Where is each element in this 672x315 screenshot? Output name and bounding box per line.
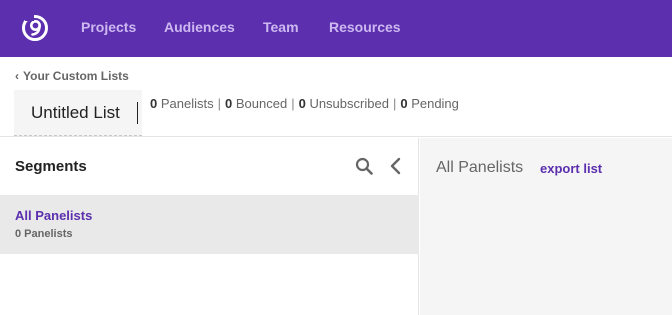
segments-title: Segments (15, 158, 87, 175)
back-to-custom-lists-link[interactable]: ‹ Your Custom Lists (15, 69, 129, 83)
nav-link-team[interactable]: Team (263, 19, 299, 35)
segment-name: All Panelists (15, 208, 93, 223)
pending-label: Pending (411, 96, 459, 111)
segments-panel: Segments All Panelists 0 Panelists (0, 138, 419, 315)
list-name-field-wrapper (14, 90, 142, 136)
segment-count: 0 Panelists (15, 228, 73, 240)
segment-item-all-panelists[interactable]: All Panelists 0 Panelists (0, 195, 419, 254)
segment-detail-panel: All Panelists export list (420, 138, 672, 315)
nav-link-projects[interactable]: Projects (81, 19, 136, 35)
brand-logo-icon[interactable] (20, 13, 50, 43)
nav-link-audiences[interactable]: Audiences (164, 19, 235, 35)
detail-title: All Panelists (436, 159, 524, 176)
pending-count: 0 (400, 96, 408, 111)
unsubscribed-label: Unsubscribed (309, 96, 389, 111)
bounced-count: 0 (225, 96, 233, 111)
text-cursor (137, 102, 138, 124)
top-navigation-bar: Projects Audiences Team Resources (0, 0, 672, 57)
stats-divider: | (392, 96, 397, 111)
nav-link-resources[interactable]: Resources (329, 19, 401, 35)
collapse-panel-icon[interactable] (389, 157, 401, 175)
stats-divider: | (291, 96, 295, 111)
back-link-label: Your Custom Lists (23, 69, 129, 83)
bounced-label: Bounced (235, 96, 288, 111)
panelists-count: 0 (150, 96, 158, 111)
list-stats: 0 Panelists | 0 Bounced | 0 Unsubscribed | 0 P… (150, 96, 459, 111)
search-icon[interactable] (355, 157, 373, 175)
list-header: ‹Your Custom Lists 0 Panelists|0 Bounced… (0, 57, 672, 137)
panelists-label: Panelists (160, 96, 214, 111)
export-list-link[interactable]: export list (540, 161, 602, 176)
stats-divider: | (217, 96, 221, 111)
list-name-input[interactable] (14, 90, 142, 135)
chevron-left-icon: ‹ (15, 69, 19, 83)
unsubscribed-count: 0 (298, 96, 306, 111)
